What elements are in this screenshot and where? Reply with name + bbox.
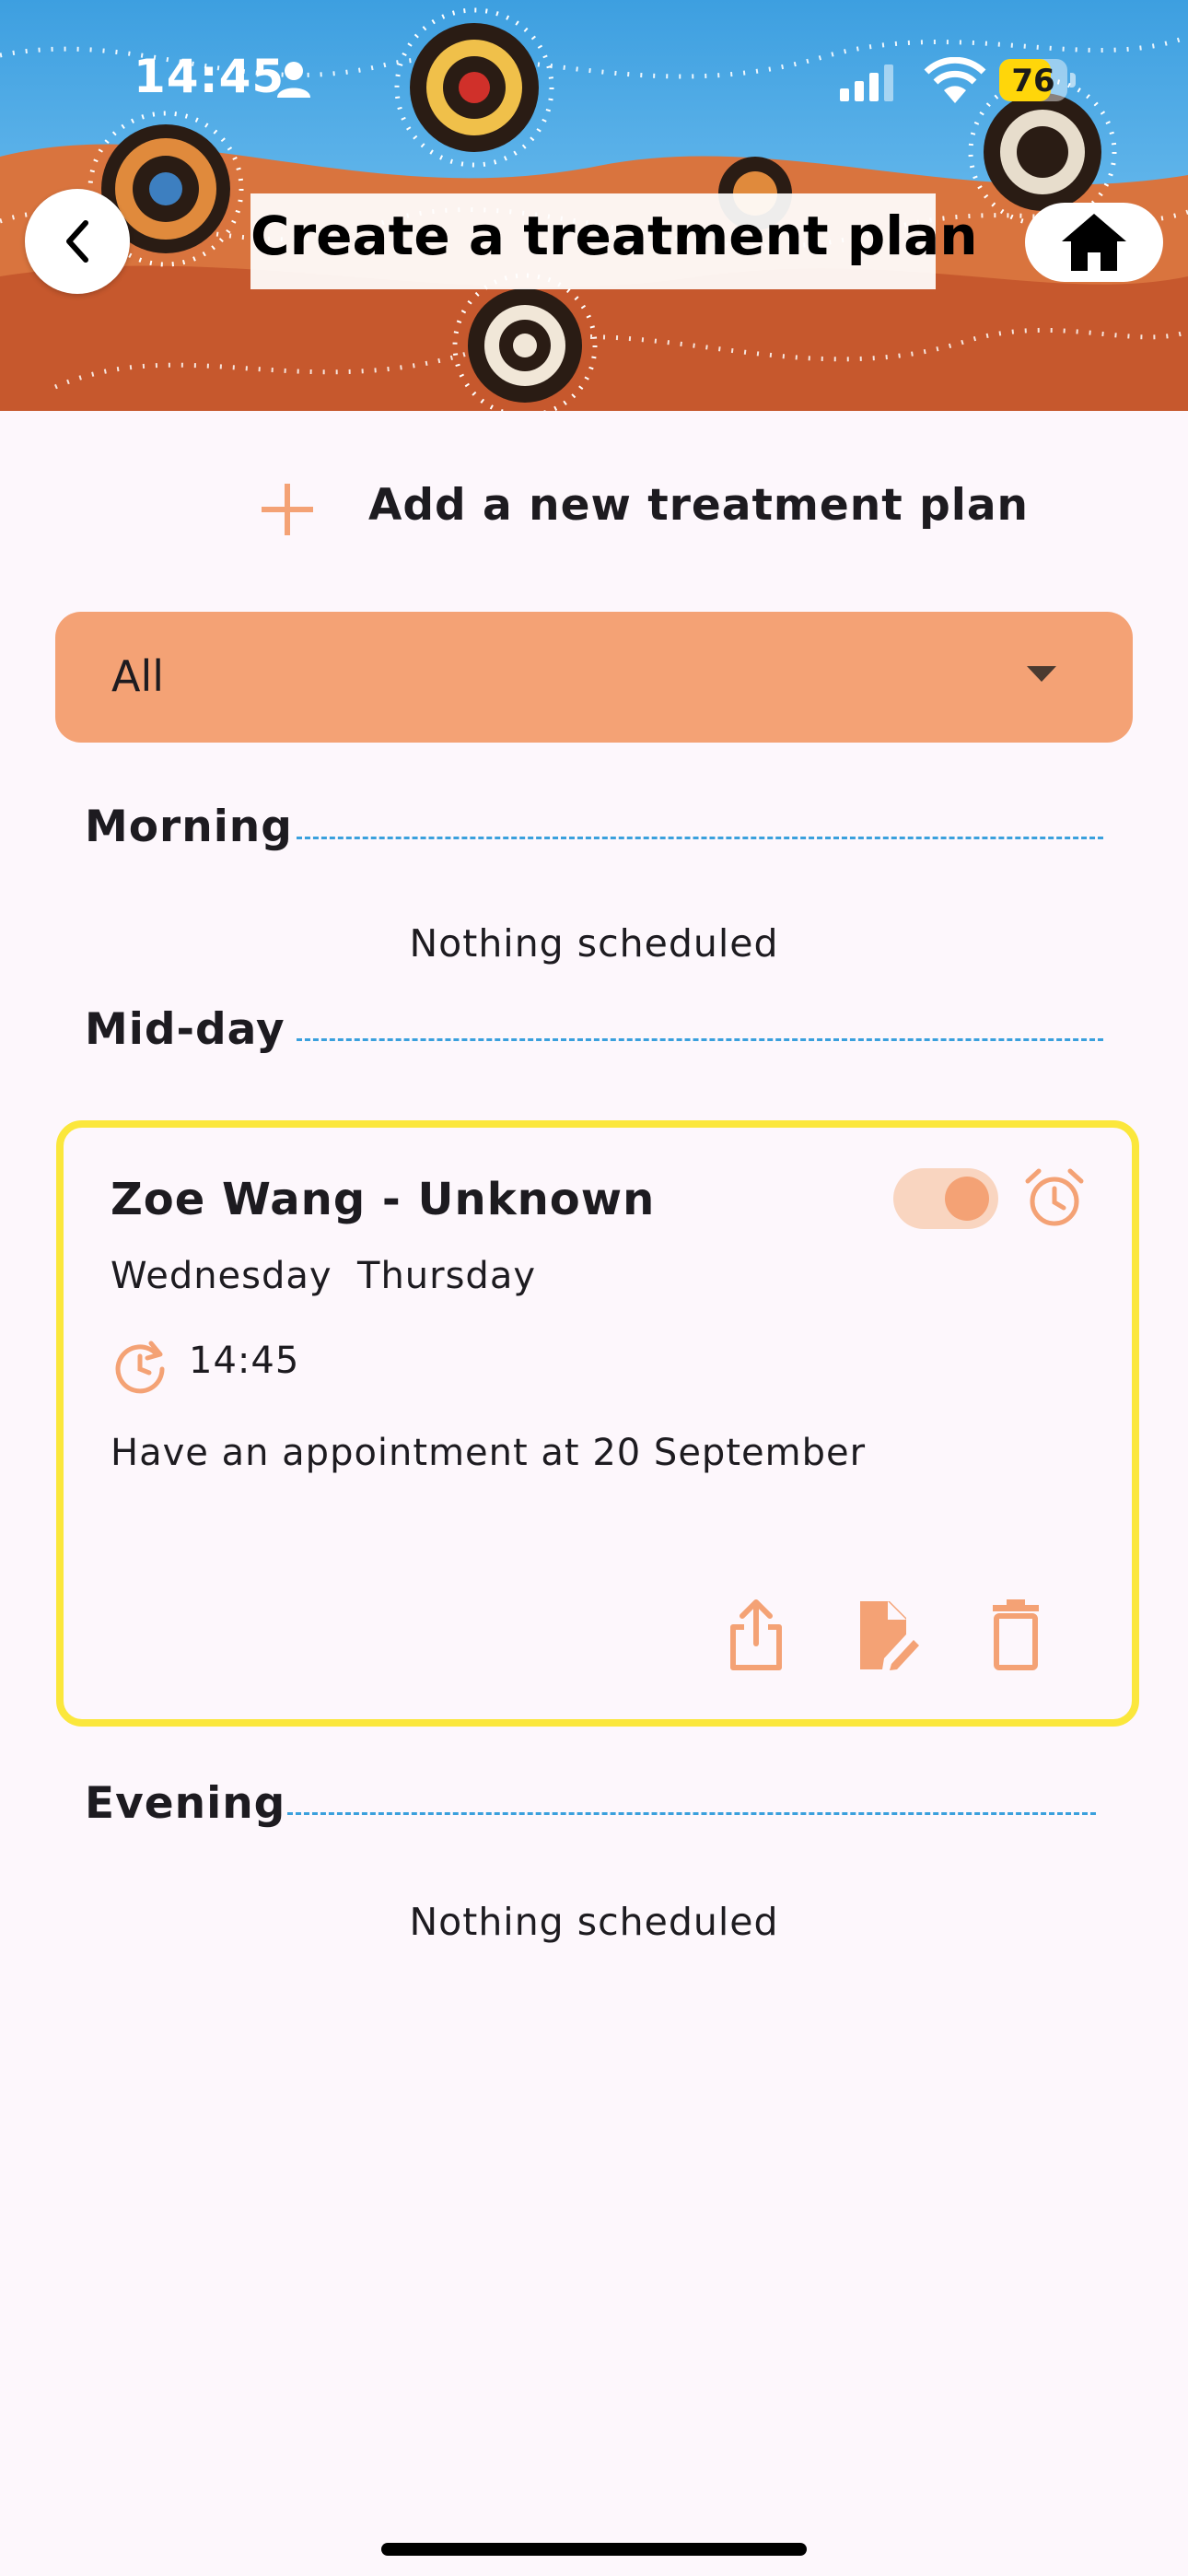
- section-label-evening: Evening: [85, 1778, 286, 1829]
- home-indicator[interactable]: [381, 2543, 807, 2556]
- plan-title: Zoe Wang - Unknown: [111, 1174, 656, 1225]
- section-label-midday: Mid-day: [85, 1004, 285, 1055]
- add-treatment-plan-label: Add a new treatment plan: [368, 480, 1029, 531]
- chevron-left-icon: [66, 220, 88, 263]
- plan-enabled-toggle[interactable]: [893, 1168, 998, 1229]
- treatment-plan-card[interactable]: Zoe Wang - Unknown Wednesday Thursday 14…: [56, 1120, 1139, 1727]
- home-icon: [1062, 214, 1126, 271]
- toggle-knob: [945, 1177, 989, 1221]
- plan-days: Wednesday Thursday: [111, 1255, 537, 1297]
- dropdown-selected-value: All: [111, 651, 165, 701]
- status-time: 14:45: [134, 50, 285, 103]
- battery-percent: 76: [1011, 63, 1055, 100]
- section-divider-midday: [297, 1038, 1103, 1041]
- delete-icon[interactable]: [984, 1598, 1048, 1671]
- plan-note: Have an appointment at 20 September: [111, 1432, 867, 1474]
- share-icon[interactable]: [724, 1598, 788, 1671]
- plan-time: 14:45: [189, 1340, 300, 1382]
- section-label-morning: Morning: [85, 802, 293, 852]
- page-title: Create a treatment plan: [250, 205, 978, 267]
- back-button[interactable]: [25, 189, 130, 294]
- edit-icon[interactable]: [855, 1598, 919, 1671]
- dropdown-arrow-icon: [1027, 666, 1056, 682]
- person-icon: [277, 62, 310, 98]
- home-button[interactable]: [1025, 203, 1163, 282]
- cellular-signal-icon: [840, 64, 893, 101]
- battery-icon: 76: [999, 59, 1078, 101]
- evening-empty-text: Nothing scheduled: [409, 1900, 779, 1944]
- plus-icon: [262, 484, 313, 535]
- morning-empty-text: Nothing scheduled: [409, 921, 779, 966]
- wifi-icon: [924, 57, 986, 103]
- section-divider-evening: [287, 1812, 1096, 1815]
- repeat-schedule-icon: [115, 1341, 165, 1394]
- alarm-clock-icon[interactable]: [1022, 1166, 1087, 1231]
- section-divider-morning: [297, 837, 1103, 839]
- time-filter-dropdown[interactable]: All: [55, 612, 1133, 743]
